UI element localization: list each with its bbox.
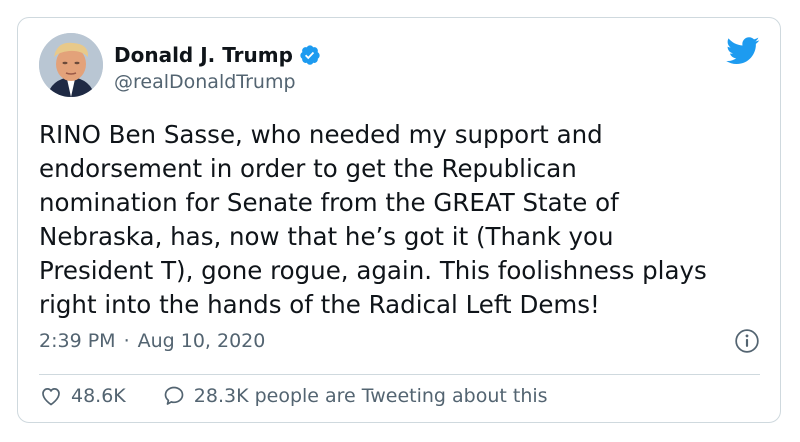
verified-badge-icon <box>300 45 320 65</box>
twitter-bird-icon[interactable] <box>726 37 760 65</box>
author-name-row[interactable]: Donald J. Trump <box>114 43 321 67</box>
info-icon[interactable] <box>734 328 760 354</box>
tweet-date[interactable]: Aug 10, 2020 <box>138 330 266 352</box>
divider <box>39 374 760 375</box>
avatar[interactable] <box>39 33 103 97</box>
timestamp-separator: · <box>123 330 130 352</box>
speech-bubble-icon <box>164 386 184 405</box>
tweet-text: RINO Ben Sasse, who needed my support an… <box>39 120 707 319</box>
tweet-actions: 48.6K 28.3K people are Tweeting about th… <box>39 384 584 408</box>
avatar-image <box>39 33 103 97</box>
conversation-link[interactable]: 28.3K people are Tweeting about this <box>162 384 548 408</box>
like-button[interactable]: 48.6K <box>39 384 126 408</box>
conversation-text[interactable]: 28.3K people are Tweeting about this <box>194 385 548 407</box>
heart-icon <box>42 388 60 406</box>
display-name[interactable]: Donald J. Trump <box>114 43 293 67</box>
tweet-card: Donald J. Trump @realDonaldTrump RINO Be… <box>17 17 781 423</box>
like-count: 48.6K <box>71 385 126 407</box>
tweet-time[interactable]: 2:39 PM <box>39 330 116 352</box>
tweet-timestamp[interactable]: 2:39 PM · Aug 10, 2020 <box>39 330 265 352</box>
author-handle[interactable]: @realDonaldTrump <box>114 71 296 93</box>
